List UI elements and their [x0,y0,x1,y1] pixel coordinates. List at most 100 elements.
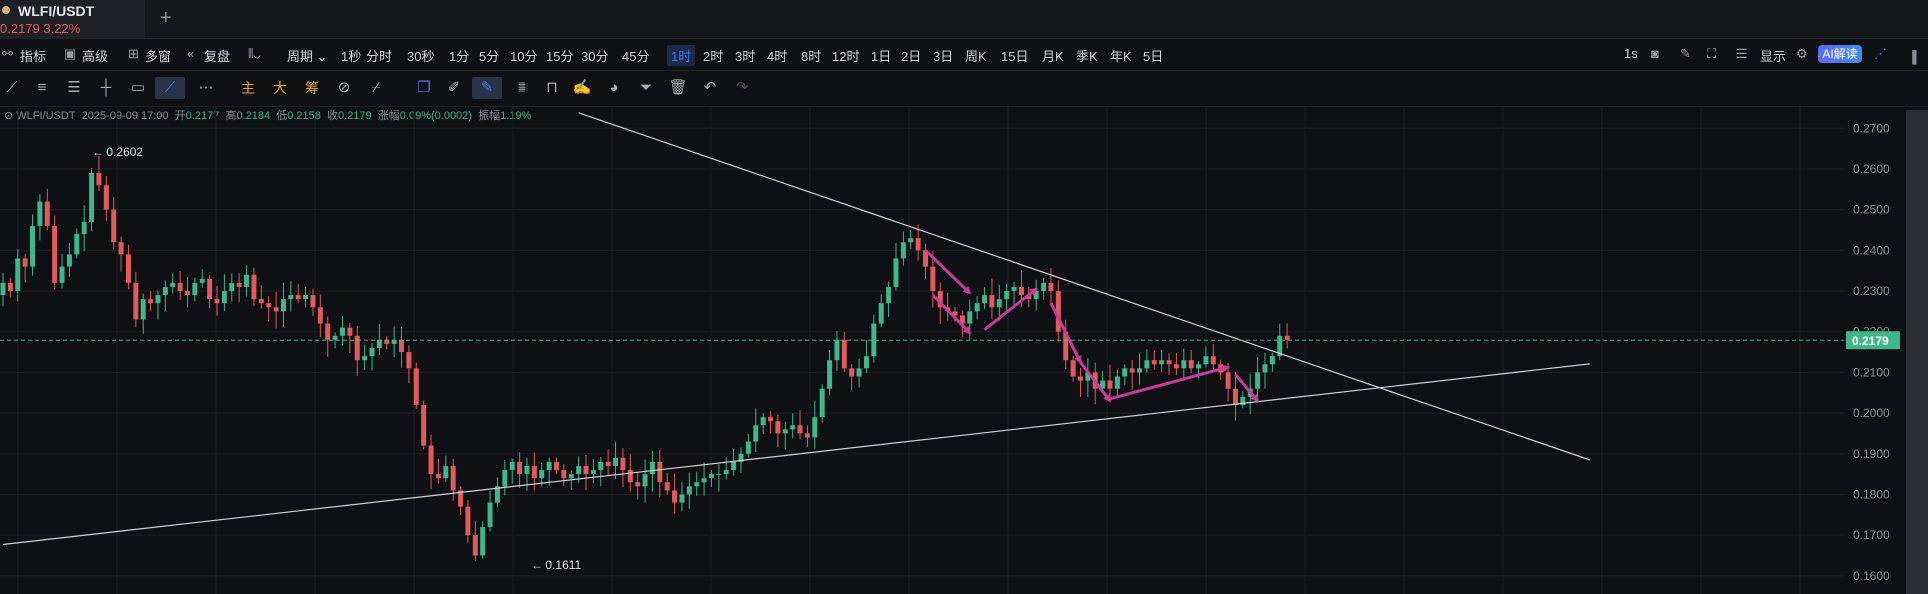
candle-body-55 [406,352,412,369]
list-icon[interactable]: ☰ [1736,46,1748,62]
indicators-button[interactable]: 指标 [20,46,46,65]
candle-body-119 [878,303,884,324]
candle-body-80 [590,470,596,475]
candle-body-142 [1048,282,1054,292]
candle-body-158 [1166,360,1172,365]
visibility-icon[interactable]: ⩩ [510,77,534,99]
pen-icon[interactable]: ✎ [1680,46,1691,62]
candle-body-44 [325,323,331,340]
trend-line-tool-icon[interactable]: ⟋ [155,77,185,99]
camera-icon[interactable]: ◙ [1651,46,1659,61]
interval-7[interactable]: 30分 [581,46,608,65]
interval-19[interactable]: 15日 [1001,46,1028,65]
interval-3[interactable]: 1分 [449,46,469,65]
interval-14[interactable]: 12时 [832,46,859,65]
candle-body-46 [339,327,345,336]
candle-body-117 [863,356,869,369]
period-dropdown[interactable]: 周期 ⌄ [287,46,328,65]
fullscreen-icon[interactable]: ⛶ [1707,46,1716,62]
magnet-icon[interactable]: ⊘ [334,77,354,99]
advanced-icon: ▣ [64,46,77,61]
lock-icon[interactable]: ⊓ [542,77,562,99]
advanced-button[interactable]: 高级 [82,46,108,65]
candle-body-72 [531,465,537,479]
interval-8[interactable]: 45分 [622,46,649,65]
interval-21[interactable]: 季K [1076,46,1098,65]
fib-tool-icon[interactable]: ☰ [64,77,84,99]
interval-22[interactable]: 年K [1110,46,1132,65]
share-icon[interactable]: ⋰ [1874,46,1887,62]
undo-icon[interactable]: ↶ [700,77,720,99]
candle-body-89 [657,461,663,483]
redo-icon[interactable]: ↷ [732,77,752,99]
candle-body-33 [244,274,250,287]
interval-23[interactable]: 5日 [1143,46,1163,65]
candle-body-73 [539,470,545,479]
interval-5[interactable]: 10分 [510,46,537,65]
delete-icon[interactable]: 🗑 [668,77,688,99]
interval-10[interactable]: 2时 [703,46,723,65]
interval-15[interactable]: 1日 [871,46,891,65]
settings-icon[interactable]: ⚙ [1796,46,1808,62]
draw-mode-icon[interactable]: ✎ [472,77,502,99]
multiwindow-button[interactable]: 多窗 [145,46,171,65]
candle-body-102 [753,425,759,442]
right-scrollbar[interactable] [1906,110,1928,594]
panel-handle-icon[interactable]: ▐ [1908,50,1926,70]
interval-12[interactable]: 4时 [767,46,787,65]
y-tick-9: 0.1800 [1853,487,1890,501]
tab-wlfi-usdt[interactable]: WLFI/USDT 0.2179 3.22% [0,0,145,38]
display-button[interactable]: 显示 [1760,46,1786,65]
erase-tool-icon[interactable]: ⌿ [366,77,386,99]
coin-icon [2,6,10,14]
candle-body-32 [236,282,242,287]
interval-0[interactable]: 1秒 [341,46,361,65]
interval-13[interactable]: 8时 [801,46,821,65]
indicators-icon[interactable]: ⚯ [2,46,13,62]
candle-body-92 [679,494,685,503]
ai-analysis-button[interactable]: AI解读 [1818,45,1862,63]
interval-4[interactable]: 5分 [479,46,499,65]
filter-icon[interactable]: ⏷ [636,77,656,99]
rectangle-tool-icon[interactable]: ▭ [128,77,148,99]
chip-button[interactable]: 筹 [302,77,322,99]
interval-11[interactable]: 3时 [735,46,755,65]
candle-body-104 [768,417,774,422]
note-icon[interactable]: ✍ [572,77,592,99]
candle-body-14 [103,185,109,210]
brush-icon[interactable]: ◕ [604,77,624,99]
candle-body-96 [708,474,714,479]
interval-17[interactable]: 3日 [933,46,953,65]
candle-body-37 [273,307,279,312]
candlestick-chart[interactable]: 0.27000.26000.25000.24000.23000.22000.21… [0,106,1906,594]
interval-16[interactable]: 2日 [901,46,921,65]
candle-body-115 [849,368,855,377]
candle-body-138 [1018,286,1024,296]
replay-button[interactable]: 复盘 [204,46,230,65]
line-tool-icon[interactable]: ⟋ [2,77,22,99]
candle-body-91 [672,490,678,503]
horizontal-line-icon[interactable]: ┼ [96,77,116,99]
candle-body-17 [125,254,131,283]
y-tick-4: 0.2300 [1853,284,1890,298]
parallel-tool-icon[interactable]: ≡ [32,77,52,99]
interval-6[interactable]: 15分 [546,46,573,65]
copy-icon[interactable]: ❐ [414,77,434,99]
candle-body-35 [258,299,264,304]
candle-body-0 [0,282,6,296]
ruler-icon[interactable]: ✐ [444,77,464,99]
add-tab-icon[interactable]: + [160,7,172,30]
candle-body-43 [317,307,323,324]
candle-body-124 [915,238,921,251]
interval-20[interactable]: 月K [1042,46,1064,65]
candle-type-icon[interactable]: ⫴⌄ [248,46,260,62]
candle-body-38 [280,299,286,312]
interval-18[interactable]: 周K [965,46,987,65]
more-tools-icon[interactable]: ⋯ [194,77,218,99]
interval-1[interactable]: 分时 [366,46,392,65]
interval-2[interactable]: 30秒 [407,46,434,65]
interval-9[interactable]: 1时 [667,45,696,66]
main-indicator-button[interactable]: 主 [238,77,258,99]
big-order-button[interactable]: 大 [270,77,290,99]
refresh-rate[interactable]: 1s [1624,46,1638,61]
